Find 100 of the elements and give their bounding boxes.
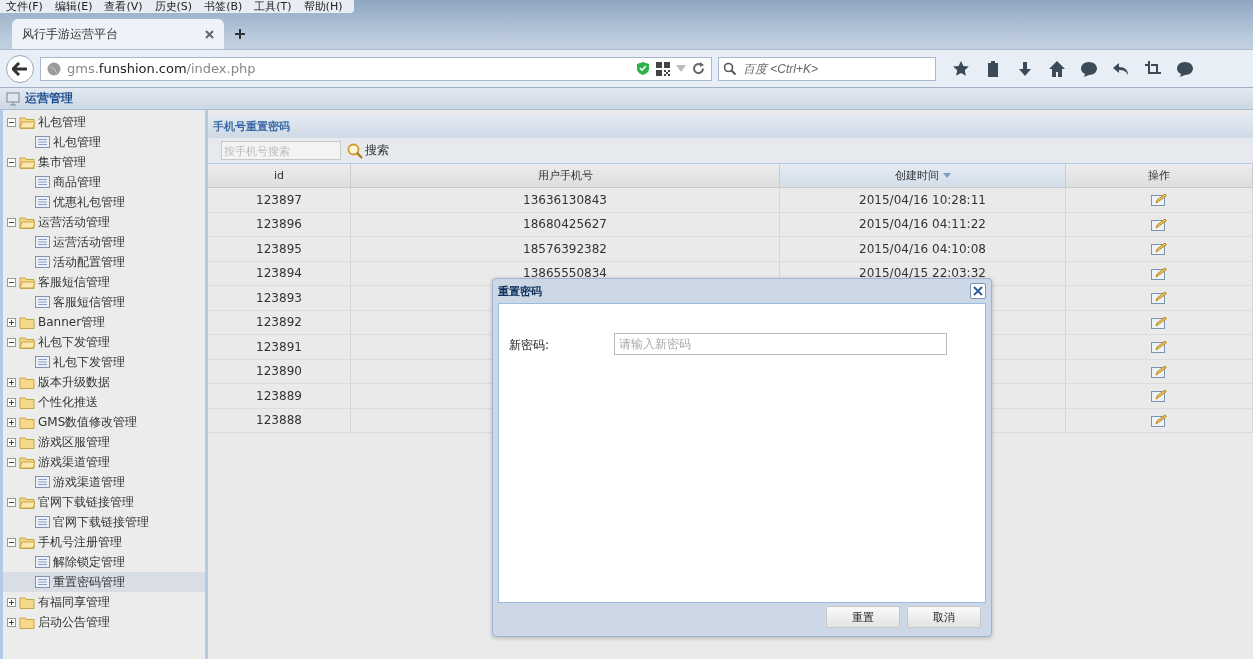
collapse-icon[interactable] (7, 217, 16, 227)
edit-icon[interactable] (1151, 291, 1167, 305)
folder-icon (19, 335, 35, 349)
table-cell: 123894 (256, 266, 302, 281)
table-cell: 18576392382 (523, 241, 607, 256)
tree-item[interactable]: 重置密码管理 (3, 572, 205, 592)
tree-item[interactable]: 礼包下发管理 (3, 352, 205, 372)
dialog-button[interactable]: 重置 (826, 606, 900, 628)
column-header[interactable]: id (208, 164, 351, 188)
chat-icon[interactable] (1080, 59, 1098, 78)
close-icon[interactable] (205, 29, 214, 39)
tree-folder[interactable]: 集市管理 (3, 152, 205, 172)
edit-icon[interactable] (1151, 389, 1167, 403)
edit-icon[interactable] (1151, 364, 1167, 378)
folder-icon (19, 455, 35, 469)
tree-folder[interactable]: 手机号注册管理 (3, 532, 205, 552)
download-icon[interactable] (1016, 59, 1034, 78)
edit-icon[interactable] (1151, 266, 1167, 280)
close-button[interactable] (970, 283, 986, 299)
collapse-icon[interactable] (7, 117, 16, 127)
list-page-icon (35, 516, 50, 528)
edit-icon[interactable] (1151, 315, 1167, 329)
home-icon[interactable] (1048, 59, 1066, 78)
folder-icon (19, 595, 35, 609)
tree-folder[interactable]: 游戏区服管理 (3, 432, 205, 452)
dialog-button[interactable]: 取消 (907, 606, 981, 628)
edit-icon[interactable] (1151, 217, 1167, 231)
tree-item[interactable]: 游戏渠道管理 (3, 472, 205, 492)
tree-folder[interactable]: 礼包下发管理 (3, 332, 205, 352)
table-cell: 123889 (256, 388, 302, 403)
folder-icon (19, 275, 35, 289)
expand-icon[interactable] (7, 437, 16, 447)
table-cell: 123891 (256, 339, 302, 354)
tree-folder[interactable]: 客服短信管理 (3, 272, 205, 292)
expand-icon[interactable] (7, 617, 16, 627)
star-icon[interactable] (952, 59, 970, 78)
tree-folder[interactable]: 版本升级数据 (3, 372, 205, 392)
edit-icon[interactable] (1151, 340, 1167, 354)
address-bar[interactable]: gms.funshion.com/index.php (40, 56, 712, 81)
new-tab-icon[interactable] (234, 28, 246, 40)
edit-icon[interactable] (1151, 193, 1167, 207)
tree-item[interactable]: 客服短信管理 (3, 292, 205, 312)
menu-item[interactable]: 工具(T) (248, 0, 298, 13)
qr-code-icon[interactable] (656, 61, 670, 76)
tree-folder[interactable]: 礼包管理 (3, 112, 205, 132)
computer-icon (6, 91, 20, 106)
collapse-icon[interactable] (7, 497, 16, 507)
reload-icon[interactable] (692, 62, 705, 75)
tree-item[interactable]: 运营活动管理 (3, 232, 205, 252)
tree-folder[interactable]: 个性化推送 (3, 392, 205, 412)
menu-item[interactable]: 历史(S) (148, 0, 199, 13)
collapse-icon[interactable] (7, 537, 16, 547)
folder-icon (19, 535, 35, 549)
folder-icon (19, 315, 35, 329)
tree-item[interactable]: 官网下载链接管理 (3, 512, 205, 532)
tree-folder[interactable]: GMS数值修改管理 (3, 412, 205, 432)
search-field[interactable]: 百度 <Ctrl+K> (718, 56, 936, 81)
column-header[interactable]: 操作 (1066, 164, 1253, 188)
menu-item[interactable]: 查看(V) (98, 0, 149, 13)
expand-icon[interactable] (7, 417, 16, 427)
table-cell: 2015/04/16 04:10:08 (859, 241, 986, 256)
expand-icon[interactable] (7, 317, 16, 327)
collapse-icon[interactable] (7, 457, 16, 467)
expand-icon[interactable] (7, 377, 16, 387)
tree-item[interactable]: 礼包管理 (3, 132, 205, 152)
tree-folder[interactable]: 启动公告管理 (3, 612, 205, 632)
tree-item[interactable]: 商品管理 (3, 172, 205, 192)
tree-folder[interactable]: 运营活动管理 (3, 212, 205, 232)
menu-item[interactable]: 帮助(H) (297, 0, 349, 13)
edit-icon[interactable] (1151, 242, 1167, 256)
expand-icon[interactable] (7, 397, 16, 407)
list-page-icon (35, 356, 50, 368)
chat-icon[interactable] (1176, 59, 1194, 78)
tree-folder[interactable]: Banner管理 (3, 312, 205, 332)
tree-folder[interactable]: 有福同享管理 (3, 592, 205, 612)
browser-tab[interactable]: 风行手游运营平台 (12, 19, 224, 49)
tree-folder[interactable]: 官网下载链接管理 (3, 492, 205, 512)
tree-item[interactable]: 解除锁定管理 (3, 552, 205, 572)
collapse-icon[interactable] (7, 157, 16, 167)
back-button[interactable] (6, 54, 34, 83)
collapse-icon[interactable] (7, 337, 16, 347)
table-cell: 2015/04/15 22:03:32 (859, 266, 986, 281)
tree-item[interactable]: 优惠礼包管理 (3, 192, 205, 212)
list-page-icon (35, 296, 50, 308)
expand-icon[interactable] (7, 597, 16, 607)
folder-icon (19, 615, 35, 629)
collapse-icon[interactable] (7, 277, 16, 287)
column-header[interactable]: 创建时间 (780, 164, 1066, 188)
tree-item[interactable]: 活动配置管理 (3, 252, 205, 272)
column-header[interactable]: 用户手机号 (351, 164, 780, 188)
password-field[interactable]: 请输入新密码 (614, 333, 947, 355)
url-text: gms.funshion.com/index.php (67, 61, 257, 76)
folder-icon (19, 375, 35, 389)
edit-icon[interactable] (1151, 413, 1167, 427)
menu-item[interactable]: 编辑(E) (48, 0, 99, 13)
search-button[interactable]: 搜索 (345, 142, 391, 159)
menu-item[interactable]: 文件(F) (0, 0, 49, 13)
sort-icon (942, 173, 951, 178)
tree-folder[interactable]: 游戏渠道管理 (3, 452, 205, 472)
menu-item[interactable]: 书签(B) (198, 0, 249, 13)
